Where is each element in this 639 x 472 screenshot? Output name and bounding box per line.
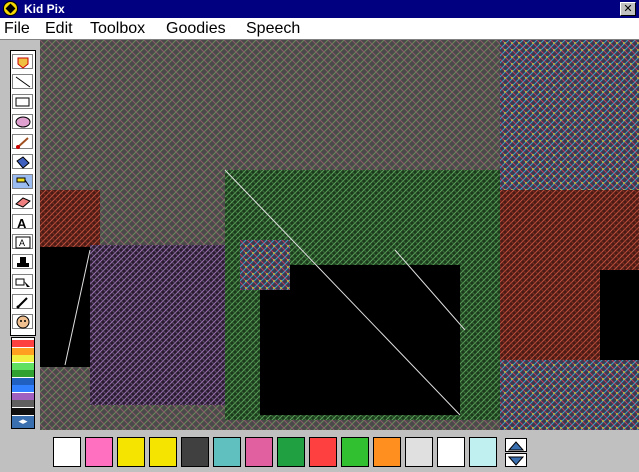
wave-pattern-icon[interactable] [213, 437, 241, 467]
pencil-tool-icon[interactable] [12, 54, 33, 69]
palette-swatch[interactable] [12, 407, 34, 415]
palette-swatch[interactable] [12, 400, 34, 407]
moving-van-icon[interactable] [12, 274, 33, 289]
palette-swatch[interactable] [12, 377, 34, 385]
pill-pattern-icon[interactable] [373, 437, 401, 467]
pixel-face-icon[interactable] [277, 437, 305, 467]
palette-swatch[interactable] [12, 340, 34, 347]
droplets-pattern-icon[interactable] [469, 437, 497, 467]
palette-swatch[interactable] [12, 347, 34, 355]
canvas-artwork [40, 40, 639, 430]
rectangle-tool-icon[interactable] [12, 94, 33, 109]
checker-pattern-icon[interactable] [117, 437, 145, 467]
hline-pattern-icon[interactable] [437, 437, 465, 467]
palette-arrows[interactable]: ◂▸ [12, 416, 34, 428]
palette-swatch[interactable] [12, 392, 34, 400]
palette-swatch[interactable] [12, 385, 34, 392]
window-title: Kid Pix [24, 2, 65, 16]
text-tool-icon[interactable]: A [12, 214, 33, 231]
diamond-pattern-icon[interactable] [149, 437, 177, 467]
scroll-down-button[interactable] [505, 453, 527, 467]
oval-tool-icon[interactable] [12, 114, 33, 129]
palette-swatch[interactable] [12, 370, 34, 377]
menu-bar: File Edit Toolbox Goodies Speech [0, 18, 639, 40]
stamp-tool-icon[interactable]: A [12, 234, 33, 249]
menu-speech[interactable]: Speech [246, 19, 300, 38]
svg-text:A: A [19, 238, 25, 248]
brick-pattern-icon[interactable] [245, 437, 273, 467]
menu-file[interactable]: File [4, 19, 30, 38]
menu-edit[interactable]: Edit [45, 19, 73, 38]
cross-pattern-icon[interactable] [341, 437, 369, 467]
menu-toolbox[interactable]: Toolbox [90, 19, 145, 38]
svg-text:A: A [17, 216, 27, 229]
speckle-pattern-icon[interactable] [405, 437, 433, 467]
palette-swatch[interactable] [12, 362, 34, 370]
dots-pattern-icon[interactable] [85, 437, 113, 467]
menu-goodies[interactable]: Goodies [166, 19, 226, 38]
paint-brush-icon[interactable] [12, 134, 33, 149]
diagonal-pattern-icon[interactable] [53, 437, 81, 467]
close-button[interactable]: ✕ [620, 2, 636, 16]
paint-bucket-icon[interactable] [12, 154, 33, 169]
stripes-pattern-icon[interactable] [181, 437, 209, 467]
title-bar: Kid Pix ✕ [0, 0, 639, 18]
eraser-icon[interactable] [12, 194, 33, 209]
kidpix-logo-icon[interactable] [3, 1, 18, 16]
face-icon[interactable] [12, 314, 33, 329]
scroll-up-button[interactable] [505, 438, 527, 452]
palette-swatch[interactable] [12, 355, 34, 362]
zigzag-pattern-icon[interactable] [309, 437, 337, 467]
color-palette[interactable]: ◂▸ [11, 337, 35, 429]
line-tool-icon[interactable] [12, 74, 33, 89]
toolbox: AA [10, 50, 36, 336]
wacky-brush-icon[interactable] [12, 174, 33, 189]
eyedropper-icon[interactable] [12, 294, 33, 309]
rubber-stamp-icon[interactable] [12, 254, 33, 269]
drawing-canvas[interactable] [40, 40, 639, 430]
